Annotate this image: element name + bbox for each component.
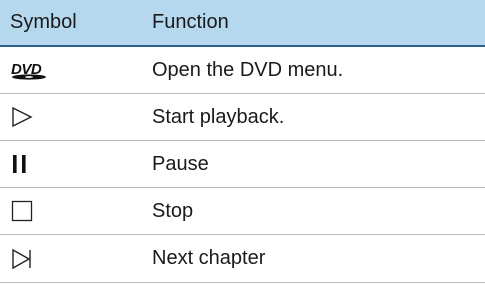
header-function: Function xyxy=(152,11,229,33)
play-icon xyxy=(12,106,33,128)
table-row: Start playback. xyxy=(0,94,485,141)
table-header: Symbol Function xyxy=(0,0,485,47)
table-row: Next chapter xyxy=(0,235,485,283)
stop-icon xyxy=(11,200,33,222)
table-row: DVD Open the DVD menu. xyxy=(0,47,485,94)
table-row: Pause xyxy=(0,141,485,188)
table-row: Stop xyxy=(0,188,485,235)
next-chapter-icon xyxy=(12,248,31,269)
function-text: Next chapter xyxy=(152,247,266,269)
function-text: Stop xyxy=(152,199,194,222)
pause-icon xyxy=(13,155,26,173)
symbol-function-table: Symbol Function DVD Open the DVD menu. S… xyxy=(0,0,485,283)
function-text: Start playback. xyxy=(152,105,285,128)
dvd-logo-icon: DVD xyxy=(11,61,46,80)
function-text: Open the DVD menu. xyxy=(152,58,344,81)
function-text: Pause xyxy=(152,152,209,175)
header-symbol: Symbol xyxy=(10,11,77,33)
